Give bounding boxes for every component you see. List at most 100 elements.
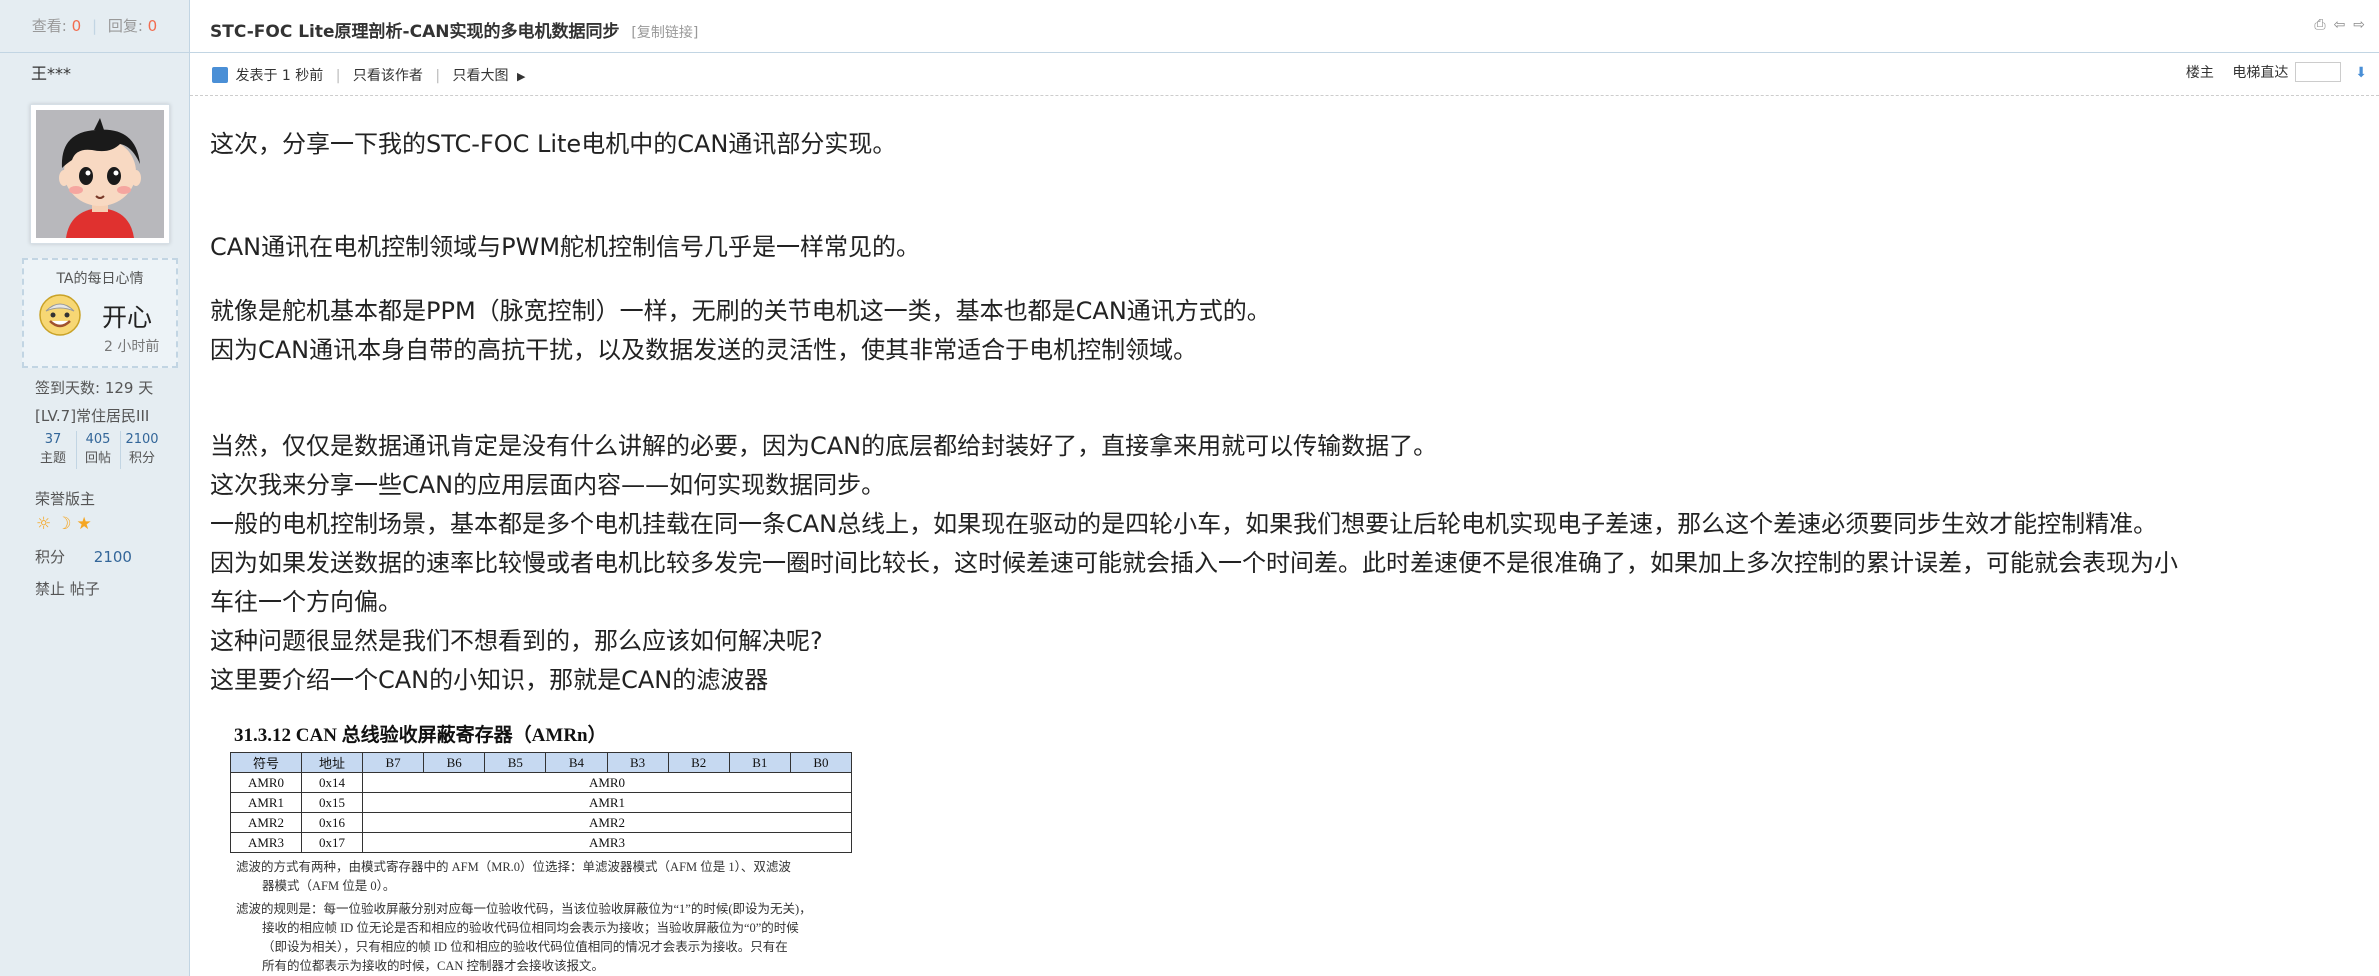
- datasheet-note: 接收的相应帧 ID 位无论是否和相应的验收代码位相同均会表示为接收；当验收屏蔽位…: [262, 921, 799, 935]
- table-cell: AMR0: [362, 772, 852, 793]
- star-icon: ★: [76, 514, 97, 534]
- count-replies-value: 405: [85, 432, 111, 447]
- post-paragraph: 就像是舵机基本都是PPM（脉宽控制）一样，无刷的关节电机这一类，基本也都是CAN…: [210, 297, 1271, 325]
- sun-icon: ☼: [36, 514, 57, 534]
- datasheet-note: （即设为相关），只有相应的帧 ID 位和相应的验收代码位值相同的情况才会表示为接…: [262, 940, 788, 954]
- points-value: 2100: [93, 548, 132, 566]
- table-header: B1: [728, 752, 791, 773]
- avatar[interactable]: [30, 104, 170, 244]
- count-points-value: 2100: [125, 432, 159, 447]
- table-header-row: 符号 地址 B7 B6 B5 B4 B3 B2 B1 B0: [230, 752, 853, 773]
- points-label: 积分: [35, 548, 66, 566]
- elevator-label: 电梯直达: [2232, 65, 2289, 81]
- post-status-icon: [212, 67, 228, 83]
- table-header: B5: [484, 752, 547, 773]
- table-header: B6: [423, 752, 486, 773]
- post-meta-bar: 发表于 1 秒前 | 只看该作者 | 只看大图 ▶ 楼主 电梯直达 ⬇: [190, 53, 2379, 96]
- post-paragraph: 这里要介绍一个CAN的小知识，那就是CAN的滤波器: [210, 666, 769, 694]
- datasheet-note: 滤波的方式有两种，由模式寄存器中的 AFM（MR.0）位选择：单滤波器模式（AF…: [236, 860, 791, 874]
- happy-face-icon: [39, 294, 81, 336]
- count-points-label: 积分: [128, 451, 155, 466]
- user-level[interactable]: [LV.7]常住居民III: [35, 405, 149, 426]
- meta-divider: |: [335, 68, 341, 84]
- table-cell: AMR2: [362, 812, 852, 833]
- avatar-image: [36, 110, 164, 238]
- table-cell: AMR2: [230, 812, 302, 833]
- post-paragraph: 这次，分享一下我的STC-FOC Lite电机中的CAN通讯部分实现。: [210, 130, 897, 158]
- table-cell: 0x16: [301, 812, 363, 833]
- posted-time: 发表于 1 秒前: [235, 68, 324, 84]
- signin-days: 签到天数: 129 天: [35, 379, 154, 397]
- thread-title-bar: STC-FOC Lite原理剖析-CAN实现的多电机数据同步 [复制链接] ⎙⇦…: [190, 0, 2379, 53]
- views-label: 查看:: [31, 17, 67, 35]
- count-replies-label: 回帖: [84, 451, 111, 466]
- datasheet-image[interactable]: 31.3.12 CAN 总线验收屏蔽寄存器（AMRn） 符号 地址 B7 B6 …: [230, 716, 860, 976]
- datasheet-note: 所有的位都表示为接收的时候，CAN 控制器才会接收该报文。: [262, 959, 605, 973]
- replies-label: 回复:: [107, 17, 143, 35]
- points-row: 积分 2100: [35, 546, 132, 567]
- floor-owner-label: 楼主: [2185, 65, 2214, 81]
- replies-count: 0: [147, 17, 158, 35]
- only-image-link[interactable]: 只看大图: [453, 68, 509, 84]
- daily-mood-box: TA的每日心情 开心 2 小时前: [22, 258, 178, 368]
- copy-link-button[interactable]: [复制链接]: [631, 25, 698, 41]
- count-threads[interactable]: 37 主题: [32, 431, 74, 469]
- stats-divider: |: [91, 17, 98, 35]
- count-threads-value: 37: [44, 432, 62, 447]
- table-header: B7: [361, 752, 425, 773]
- caret-right-icon: ▶: [516, 70, 526, 83]
- post-paragraph: 这种问题很显然是我们不想看到的，那么应该如何解决呢?: [210, 627, 823, 655]
- post-paragraph: 车往一个方向偏。: [210, 588, 402, 616]
- table-cell: AMR3: [230, 832, 302, 853]
- table-row: AMR1 0x15 AMR1: [230, 792, 852, 813]
- only-author-link[interactable]: 只看该作者: [353, 68, 423, 84]
- post-meta-right: 楼主 电梯直达 ⬇: [2186, 62, 2367, 82]
- post-content: 这次，分享一下我的STC-FOC Lite电机中的CAN通讯部分实现。 CAN通…: [210, 125, 2360, 700]
- mood-time: 2 小时前: [104, 339, 160, 355]
- datasheet-heading: 31.3.12 CAN 总线验收屏蔽寄存器（AMRn）: [234, 725, 607, 746]
- post-paragraph: 因为如果发送数据的速率比较慢或者电机比较多发完一圈时间比较长，这时候差速可能就会…: [210, 549, 2178, 577]
- thread-title: STC-FOC Lite原理剖析-CAN实现的多电机数据同步 [复制链接]: [210, 17, 698, 42]
- table-header: B0: [789, 752, 853, 773]
- post-meta-left: 发表于 1 秒前 | 只看该作者 | 只看大图 ▶: [212, 65, 525, 85]
- views-count: 0: [71, 17, 82, 35]
- count-replies[interactable]: 405 回帖: [76, 431, 119, 469]
- post-paragraph: 因为CAN通讯本身自带的高抗干扰，以及数据发送的灵活性，使其非常适合于电机控制领…: [210, 336, 1198, 364]
- table-header: B3: [606, 752, 669, 773]
- thread-title-text: STC-FOC Lite原理剖析-CAN实现的多电机数据同步: [210, 22, 620, 42]
- count-threads-label: 主题: [39, 451, 66, 466]
- post-paragraph: 这次我来分享一些CAN的应用层面内容——如何实现数据同步。: [210, 471, 886, 499]
- table-row: AMR0 0x14 AMR0: [230, 772, 852, 793]
- forum-page: { "stats": {"views_label": "查看:", "views…: [0, 0, 2379, 976]
- table-header: B2: [667, 752, 730, 773]
- prev-thread-icon[interactable]: ⇦: [2334, 17, 2354, 33]
- table-cell: AMR1: [362, 792, 852, 813]
- author-sidebar: 查看: 0 | 回复: 0 王*** TA的每日心情 开心 2 小时前 签到天数…: [0, 0, 190, 976]
- count-points[interactable]: 2100 积分: [120, 431, 163, 469]
- table-header: 符号: [230, 752, 302, 773]
- post-paragraph: 当然，仅仅是数据通讯肯定是没有什么讲解的必要，因为CAN的底层都给封装好了，直接…: [210, 432, 1438, 460]
- author-name[interactable]: 王***: [31, 60, 71, 84]
- honor-title: 荣誉版主: [35, 490, 96, 508]
- meta-divider: |: [435, 68, 441, 84]
- mood-title: TA的每日心情: [56, 271, 144, 287]
- register-table: 符号 地址 B7 B6 B5 B4 B3 B2 B1 B0 AMR0 0x14 …: [230, 752, 853, 853]
- print-icon[interactable]: ⎙: [2314, 17, 2333, 33]
- moon-icon: ☽: [56, 514, 77, 534]
- post-paragraph: CAN通讯在电机控制领域与PWM舵机控制信号几乎是一样常见的。: [210, 233, 921, 261]
- post-paragraph: 一般的电机控制场景，基本都是多个电机挂载在同一条CAN总线上，如果现在驱动的是四…: [210, 510, 2158, 538]
- table-header: B4: [545, 752, 608, 773]
- table-cell: AMR1: [230, 792, 302, 813]
- table-cell: AMR0: [230, 772, 302, 793]
- arrow-down-icon[interactable]: ⬇: [2355, 65, 2367, 81]
- thread-stats: 查看: 0 | 回复: 0: [0, 0, 189, 53]
- floor-jump-input[interactable]: [2294, 62, 2341, 82]
- next-thread-icon[interactable]: ⇨: [2353, 17, 2373, 33]
- datasheet-note: 滤波的规则是：每一位验收屏蔽分别对应每一位验收代码，当该位验收屏蔽位为“1”的时…: [236, 902, 812, 916]
- table-cell: 0x17: [301, 832, 363, 853]
- table-cell: AMR3: [362, 832, 852, 853]
- mood-text: 开心: [102, 303, 153, 332]
- table-row: AMR3 0x17 AMR3: [230, 832, 852, 853]
